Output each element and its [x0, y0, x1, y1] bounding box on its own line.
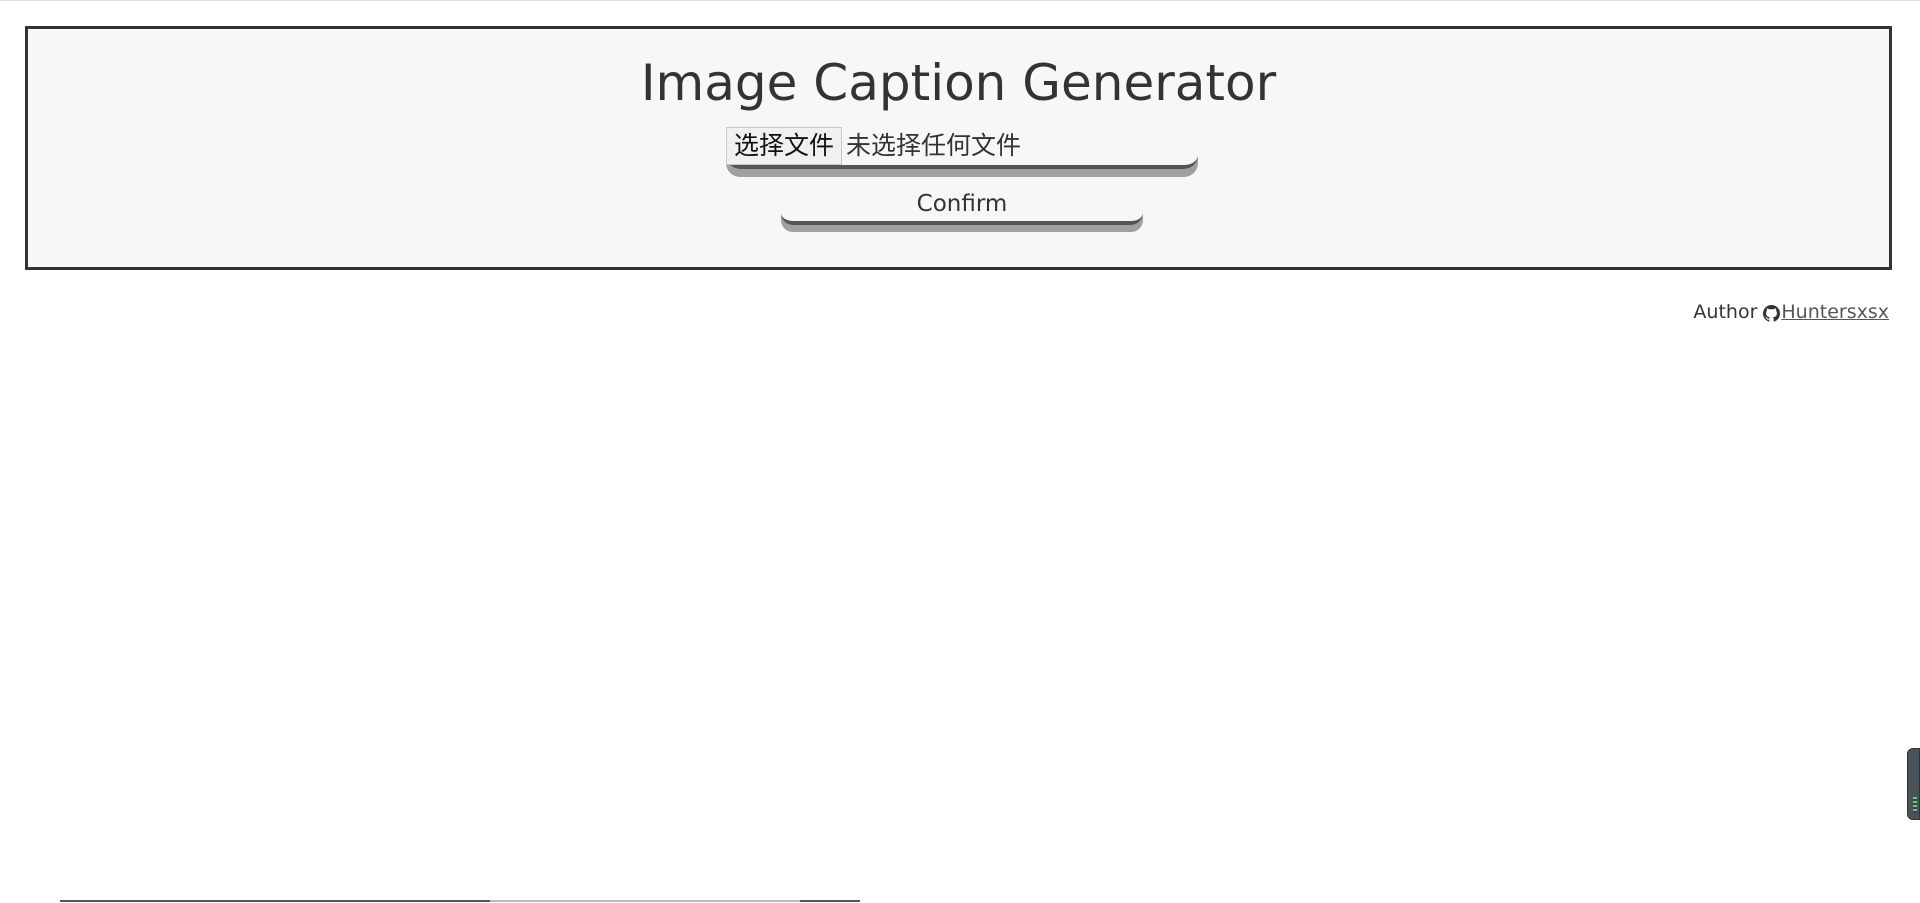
page-title: Image Caption Generator	[640, 54, 1277, 112]
bottom-segment	[60, 900, 490, 902]
file-status-text: 未选择任何文件	[846, 131, 1022, 160]
top-divider	[0, 0, 1920, 1]
file-input[interactable]: 选择文件 未选择任何文件	[726, 127, 1198, 169]
author-link[interactable]: Huntersxsx	[1781, 300, 1889, 324]
caption-panel: Image Caption Generator 选择文件 未选择任何文件 Con…	[25, 26, 1892, 270]
choose-file-button[interactable]: 选择文件	[726, 127, 843, 165]
confirm-button-wrapper: Confirm	[781, 187, 1143, 225]
confirm-button[interactable]: Confirm	[781, 187, 1143, 221]
bottom-segment	[800, 900, 860, 902]
side-widget-indicator	[1913, 797, 1917, 813]
author-label: Author	[1693, 301, 1758, 323]
side-tool-widget[interactable]	[1907, 748, 1920, 820]
github-icon	[1763, 304, 1781, 322]
bottom-segment	[490, 900, 800, 902]
author-credit: Author Huntersxsx	[1693, 300, 1889, 324]
